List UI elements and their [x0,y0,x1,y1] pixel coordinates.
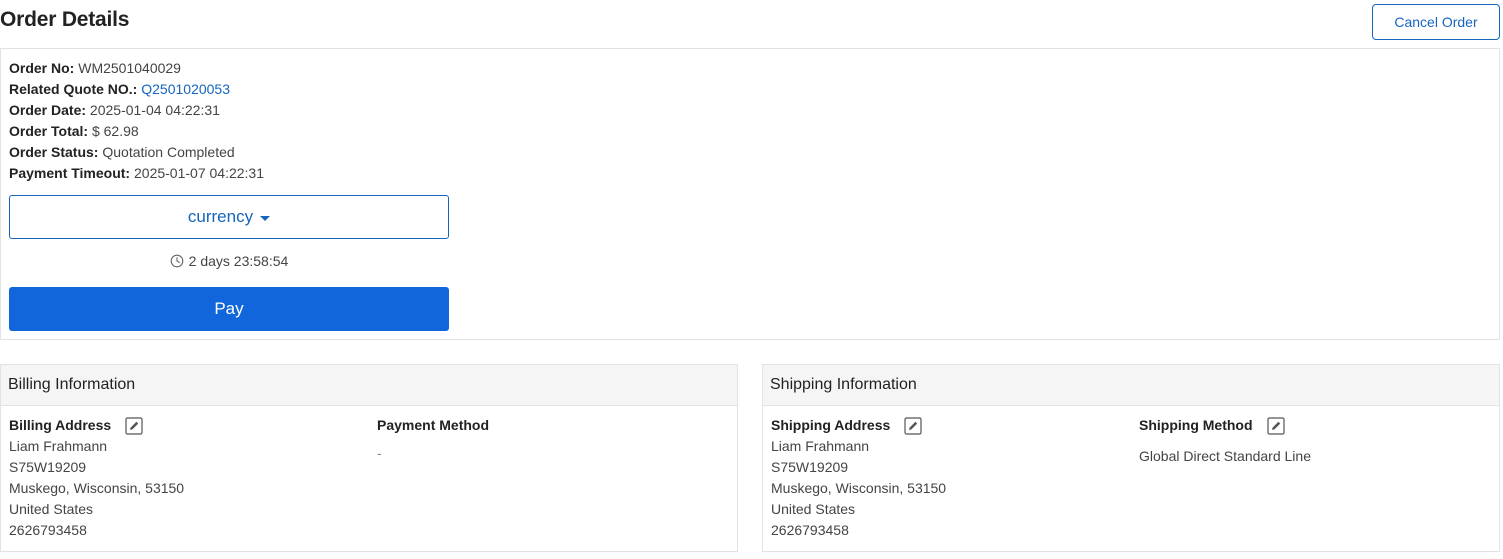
shipping-address-line: S75W19209 [771,459,849,475]
payment-timeout-value: 2025-01-07 04:22:31 [134,165,264,181]
related-quote-row: Related Quote NO.: Q2501020053 [9,79,264,100]
payment-timeout-label: Payment Timeout: [9,165,131,181]
edit-icon[interactable] [1266,416,1285,435]
currency-dropdown-label: currency [187,207,254,226]
currency-dropdown[interactable]: currency [9,195,449,239]
caret-down-icon [260,216,271,221]
shipping-method-title: Shipping Method [1139,417,1253,433]
order-status-row: Order Status: Quotation Completed [9,142,264,163]
cancel-order-button[interactable]: Cancel Order [1372,4,1500,40]
shipping-address-line: United States [771,501,856,517]
order-date-value: 2025-01-04 04:22:31 [89,102,220,118]
page-title: Order Details [0,8,130,31]
shipping-method-header: Shipping Method [1139,415,1311,436]
payment-method-title: Payment Method [377,417,490,433]
order-total-label: Order Total: [9,123,89,139]
order-no-value: WM2501040029 [78,60,181,76]
billing-address-header: Billing Address [9,415,184,436]
edit-icon[interactable] [904,416,922,435]
pay-button[interactable]: Pay [9,287,449,331]
related-quote-label: Related Quote NO.: [9,81,138,97]
shipping-address-title: Shipping Address [771,417,891,433]
shipping-address-line: Muskego, Wisconsin, 53150 [771,480,947,496]
billing-address-title: Billing Address [9,417,112,433]
payment-method-value: - [377,445,382,461]
page-header: Order Details Cancel Order [0,0,1503,46]
payment-countdown: 2 days 23:58:54 [9,253,449,269]
related-quote-link[interactable]: Q2501020053 [141,81,230,97]
billing-address-section: Billing Address Liam Frahmann S75W19209 … [9,415,184,541]
order-status-value: Quotation Completed [102,144,235,160]
order-summary-card: Order No: WM2501040029 Related Quote NO.… [0,48,1500,340]
shipping-method-section: Shipping Method Global Direct Standard L… [1139,415,1311,467]
shipping-panel-title: Shipping Information [763,365,1499,406]
order-date-label: Order Date: [9,102,87,118]
payment-method-section: Payment Method - [377,415,489,464]
billing-address-line: S75W19209 [9,459,87,475]
billing-information-panel: Billing Information Billing Address Liam… [0,364,738,552]
order-no-row: Order No: WM2501040029 [9,58,264,79]
billing-address-line: Liam Frahmann [9,438,108,454]
order-total-value: $ 62.98 [91,123,139,139]
billing-address-line: Muskego, Wisconsin, 53150 [9,480,185,496]
edit-icon[interactable] [125,416,143,435]
billing-panel-title: Billing Information [1,365,737,406]
countdown-text: 2 days 23:58:54 [188,253,289,269]
payment-timeout-row: Payment Timeout: 2025-01-07 04:22:31 [9,163,264,184]
order-total-row: Order Total: $ 62.98 [9,121,264,142]
order-no-label: Order No: [9,60,75,76]
billing-phone: 2626793458 [9,522,87,538]
billing-address-line: United States [9,501,94,517]
shipping-information-panel: Shipping Information Shipping Address Li… [762,364,1500,552]
shipping-address-line: Liam Frahmann [771,438,870,454]
order-info-list: Order No: WM2501040029 Related Quote NO.… [9,58,264,184]
shipping-phone: 2626793458 [771,522,849,538]
clock-icon [170,254,184,268]
order-date-row: Order Date: 2025-01-04 04:22:31 [9,100,264,121]
shipping-address-section: Shipping Address Liam Frahmann S75W19209… [771,415,946,541]
shipping-address-header: Shipping Address [771,415,946,436]
shipping-method-value: Global Direct Standard Line [1139,448,1311,464]
order-status-label: Order Status: [9,144,99,160]
